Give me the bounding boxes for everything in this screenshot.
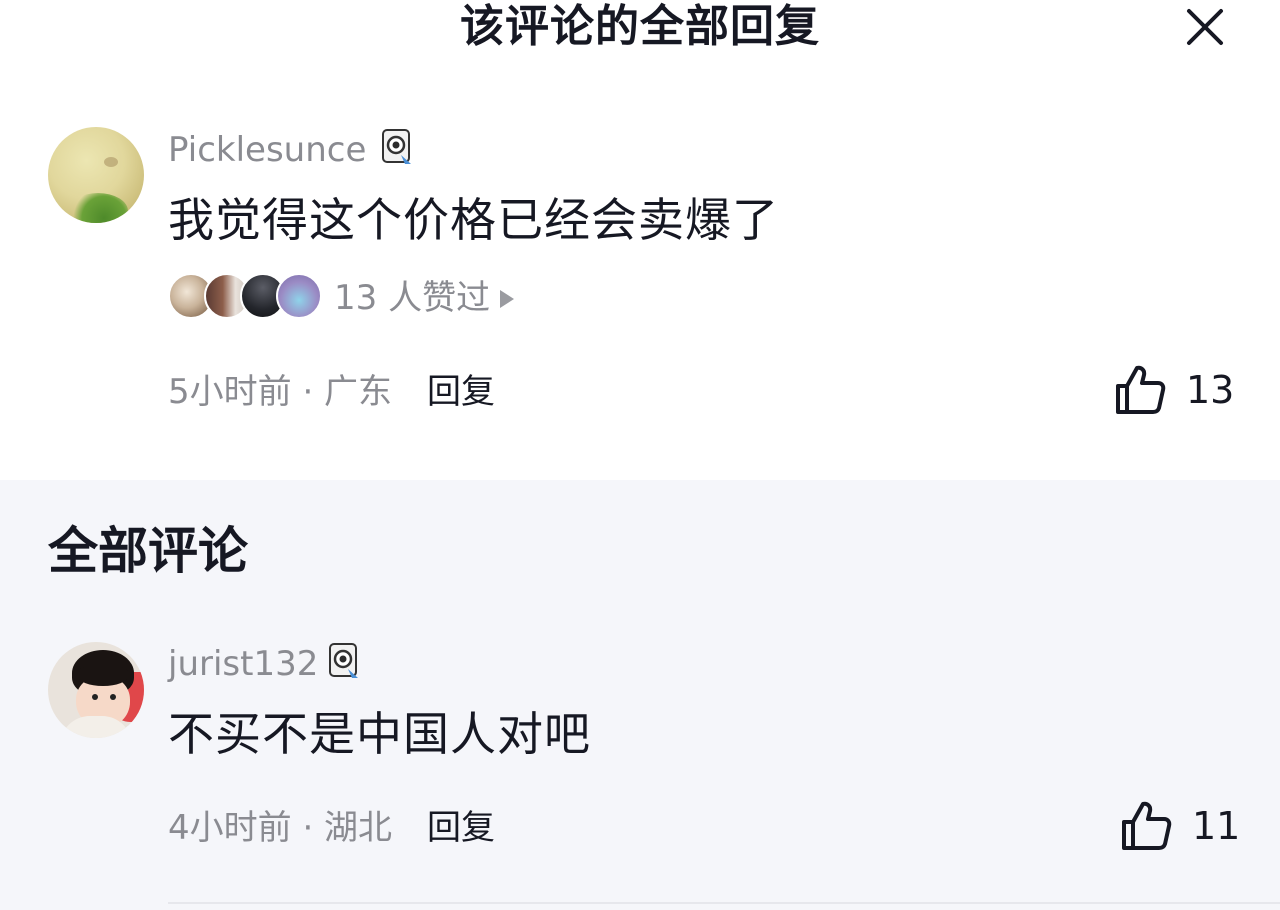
like-button[interactable]: 11 bbox=[1120, 800, 1240, 852]
liker-avatar bbox=[276, 273, 322, 319]
reply-button[interactable]: 回复 bbox=[427, 372, 495, 412]
time-location: 4小时前 · 湖北 bbox=[168, 808, 393, 848]
username[interactable]: Picklesunce bbox=[168, 130, 366, 170]
close-button[interactable] bbox=[1180, 6, 1230, 48]
divider bbox=[168, 902, 1280, 904]
close-icon bbox=[1187, 9, 1223, 45]
header: 该评论的全部回复 bbox=[0, 0, 1280, 60]
section-title: 全部评论 bbox=[48, 522, 248, 580]
likers-count[interactable]: 13 人赞过 bbox=[334, 278, 490, 318]
play-arrow-icon bbox=[500, 290, 514, 308]
time-location: 5小时前 · 广东 bbox=[168, 372, 393, 412]
avatar-detail bbox=[68, 193, 128, 223]
all-comments-section: 全部评论 jurist132 不买不是中国人对吧 4小时前 · 湖北 回复 11 bbox=[0, 480, 1280, 910]
comment-replies-page: 该评论的全部回复 Picklesunce 我觉得这个价格已经会卖爆了 13 人赞… bbox=[0, 0, 1280, 910]
username[interactable]: jurist132 bbox=[168, 644, 318, 684]
comment-text: 我觉得这个价格已经会卖爆了 bbox=[168, 193, 779, 247]
avatar[interactable] bbox=[48, 127, 144, 223]
thumbs-up-icon bbox=[1116, 365, 1166, 414]
user-badge-icon bbox=[382, 129, 411, 164]
avatar-detail bbox=[92, 694, 98, 700]
like-count: 13 bbox=[1186, 368, 1235, 412]
avatar-detail bbox=[104, 157, 118, 167]
user-badge-icon bbox=[329, 643, 358, 678]
avatar[interactable] bbox=[48, 642, 144, 738]
parent-comment: Picklesunce 我觉得这个价格已经会卖爆了 13 人赞过 5小时前 · … bbox=[0, 60, 1280, 480]
page-title: 该评论的全部回复 bbox=[460, 1, 820, 52]
avatar-detail bbox=[110, 694, 116, 700]
avatar-detail bbox=[78, 666, 128, 686]
like-button[interactable]: 13 bbox=[1114, 364, 1234, 416]
thumbs-up-icon bbox=[1122, 801, 1172, 850]
comment-text: 不买不是中国人对吧 bbox=[168, 707, 591, 761]
like-count: 11 bbox=[1192, 804, 1241, 848]
reply-button[interactable]: 回复 bbox=[427, 808, 495, 848]
